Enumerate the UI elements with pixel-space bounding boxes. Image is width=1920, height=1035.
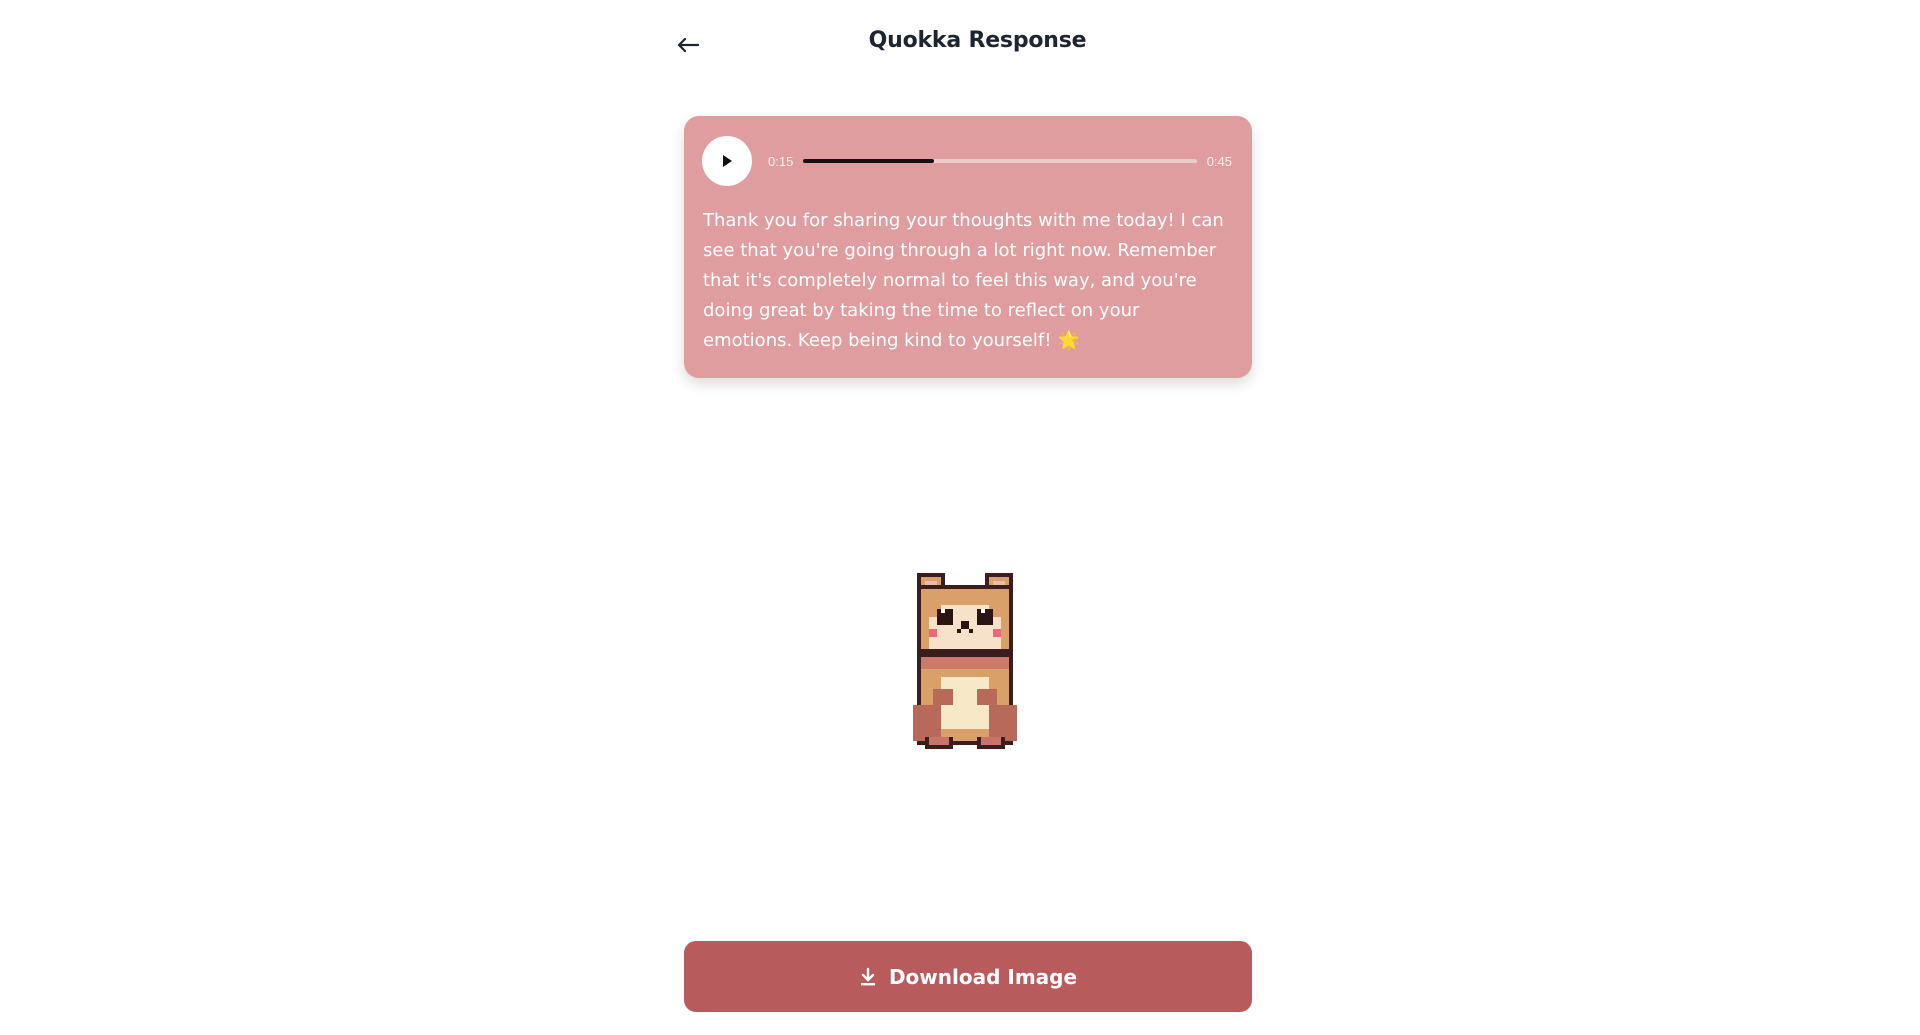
quokka-pixel-art-image: [913, 573, 1017, 749]
audio-progress-slider[interactable]: [803, 159, 1197, 163]
page-title: Quokka Response: [868, 28, 1087, 53]
current-time: 0:15: [768, 153, 794, 169]
total-time: 0:45: [1206, 153, 1232, 169]
play-icon: [723, 155, 732, 167]
response-card: 0:15 0:45 Thank you for sharing your tho…: [684, 116, 1252, 378]
response-message: Thank you for sharing your thoughts with…: [703, 206, 1233, 356]
response-text: Thank you for sharing your thoughts with…: [703, 210, 1224, 351]
audio-progress-fill: [803, 159, 935, 163]
download-image-button[interactable]: Download Image: [684, 941, 1252, 1012]
download-icon: [860, 967, 875, 985]
audio-player: 0:15 0:45: [702, 136, 1232, 186]
download-button-label: Download Image: [888, 964, 1078, 989]
sparkle-emoji: 🌟: [1057, 330, 1080, 351]
play-button[interactable]: [702, 136, 752, 186]
quokka-response-screen: Quokka Response 0:15 0:45 Thank you for …: [0, 0, 1920, 1035]
